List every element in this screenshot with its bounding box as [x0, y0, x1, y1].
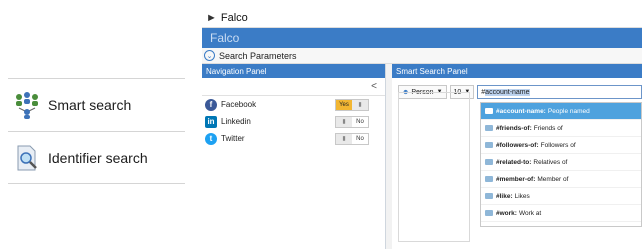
query-highlight: account-name [485, 88, 530, 96]
toggle-handle: ▮ [336, 133, 352, 144]
facebook-icon: f [205, 98, 217, 111]
tag-icon [485, 210, 493, 216]
navigation-panel: Navigation Panel < f Facebook Yes ▮ in L… [202, 64, 386, 249]
falco-window: ► Falco Falco ⌄ Search Parameters Naviga… [202, 8, 642, 249]
suggestion-keyword: #related-to: [496, 158, 532, 166]
network-row-linkedin: in Linkedin ▮ No [202, 113, 385, 130]
menu-label: Identifier search [48, 149, 148, 166]
suggestion-text: Relatives of [533, 158, 568, 166]
twitter-toggle[interactable]: ▮ No [335, 132, 369, 145]
people-network-icon [16, 92, 38, 119]
title-bar: ► Falco [202, 8, 642, 28]
suggestion-keyword: #member-of: [496, 175, 536, 183]
search-parameters-label: Search Parameters [219, 50, 297, 61]
tag-icon [485, 159, 493, 165]
suggestion-text: Likes [514, 192, 530, 200]
suggestion-keyword: #friends-of: [496, 124, 532, 132]
suggestion-keyword: #followers-of: [496, 141, 539, 149]
suggestion-item[interactable]: #followers-of: Followers of [481, 137, 641, 154]
panels: Navigation Panel < f Facebook Yes ▮ in L… [202, 64, 642, 249]
twitter-icon: t [205, 132, 217, 145]
app-logo-icon: ► [206, 11, 217, 24]
chevron-down-icon: ⌄ [204, 50, 215, 61]
document-magnifier-icon [17, 145, 37, 170]
tag-icon [485, 176, 493, 182]
suggestion-text: People named [547, 107, 590, 115]
smart-search-panel: Smart Search Panel ☻ Person ▼ 10 ▼ # acco… [392, 64, 642, 249]
linkedin-toggle[interactable]: ▮ No [335, 115, 369, 128]
suggestion-item[interactable]: #member-of: Member of [481, 171, 641, 188]
suggestion-item[interactable]: #account-name: People named [481, 103, 641, 120]
suggestion-text: Friends of [533, 124, 563, 132]
network-label: Twitter [221, 134, 245, 143]
network-label: Facebook [221, 100, 257, 109]
linkedin-icon: in [205, 115, 217, 128]
tag-icon [485, 108, 493, 114]
smart-search-panel-header: Smart Search Panel [392, 64, 642, 78]
search-parameters-toggle[interactable]: ⌄ Search Parameters [202, 48, 642, 64]
suggestion-keyword: #account-name: [496, 107, 546, 115]
suggestion-text: Followers of [540, 141, 576, 149]
suggestion-keyword: #like: [496, 192, 513, 200]
facebook-toggle[interactable]: Yes ▮ [335, 98, 369, 111]
toggle-handle: ▮ [352, 99, 368, 110]
search-type-menu: Smart search Identifier search [8, 78, 185, 188]
suggestion-item[interactable]: #work: Work at [481, 205, 641, 222]
menu-item-smart-search[interactable]: Smart search [8, 78, 185, 131]
suggestion-keyword: #work: [496, 209, 517, 217]
tag-icon [485, 193, 493, 199]
menu-item-identifier-search[interactable]: Identifier search [8, 131, 185, 184]
navigation-panel-header: Navigation Panel [202, 64, 385, 78]
network-row-twitter: t Twitter ▮ No [202, 130, 385, 147]
app-header: Falco [202, 28, 642, 48]
tag-icon [485, 142, 493, 148]
toggle-yes: Yes [336, 99, 352, 110]
tag-icon [485, 125, 493, 131]
suggestion-item[interactable]: #like: Likes [481, 188, 641, 205]
window-title: Falco [220, 11, 248, 24]
suggestion-text: Member of [537, 175, 569, 183]
suggestion-dropdown: #account-name: People named #friends-of:… [480, 102, 642, 227]
suggestion-item[interactable]: #friends-of: Friends of [481, 120, 641, 137]
network-label: Linkedin [221, 117, 251, 126]
network-row-facebook: f Facebook Yes ▮ [202, 96, 385, 113]
toggle-no: No [352, 133, 368, 144]
suggestion-text: Work at [518, 209, 542, 217]
toggle-no: No [352, 116, 368, 127]
toggle-handle: ▮ [336, 116, 352, 127]
collapse-button[interactable]: < [202, 78, 385, 96]
menu-label: Smart search [48, 97, 132, 113]
suggestion-item[interactable]: #related-to: Relatives of [481, 154, 641, 171]
results-area [398, 92, 470, 242]
query-input[interactable]: # account-name [477, 85, 642, 99]
